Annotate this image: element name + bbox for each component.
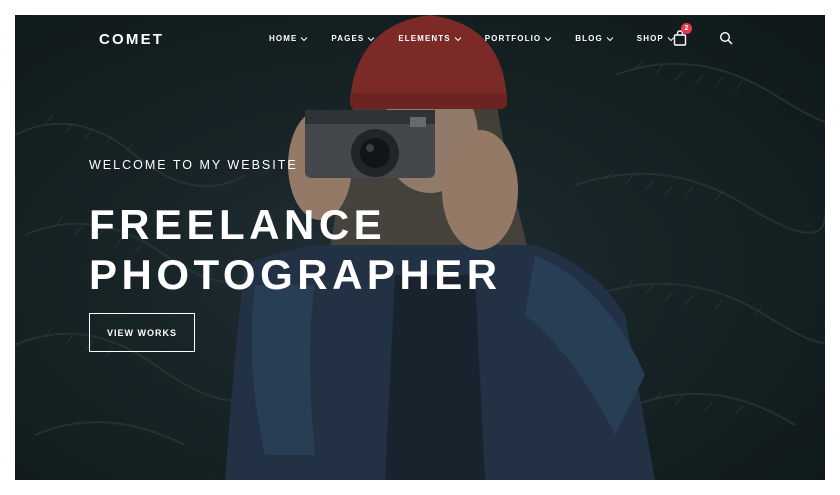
nav-item-label: HOME (269, 34, 298, 43)
nav-item-blog[interactable]: BLOG (575, 34, 614, 43)
nav-item-shop[interactable]: SHOP (637, 34, 675, 43)
nav-item-pages[interactable]: PAGES (331, 34, 375, 43)
nav-item-label: SHOP (636, 34, 664, 43)
nav-item-label: BLOG (575, 34, 603, 43)
nav-item-label: PAGES (331, 34, 365, 43)
headline-line-1: FREELANCE (89, 201, 387, 248)
nav-item-label: PORTFOLIO (484, 34, 542, 43)
main-nav: HOME PAGES ELEMENTS PORTFOLIO BLOG SHOP (269, 34, 698, 43)
chevron-down-icon (454, 36, 462, 41)
search-icon[interactable] (719, 31, 733, 45)
hero-headline: FREELANCE PHOTOGRAPHER (89, 200, 502, 300)
view-works-button[interactable]: VIEW WORKS (89, 313, 195, 352)
chevron-down-icon (544, 36, 552, 41)
nav-item-home[interactable]: HOME (269, 34, 308, 43)
nav-item-portfolio[interactable]: PORTFOLIO (485, 34, 553, 43)
chevron-down-icon (367, 36, 375, 41)
nav-item-elements[interactable]: ELEMENTS (398, 34, 462, 43)
hero-section: COMET HOME PAGES ELEMENTS PORTFOLIO BLOG (15, 15, 825, 480)
site-header: COMET HOME PAGES ELEMENTS PORTFOLIO BLOG (15, 15, 825, 65)
cart-count-badge: 2 (681, 23, 692, 34)
nav-item-label: ELEMENTS (398, 34, 451, 43)
chevron-down-icon (301, 36, 308, 41)
headline-line-2: PHOTOGRAPHER (89, 251, 502, 298)
site-logo[interactable]: COMET (99, 31, 164, 48)
hero-eyebrow: WELCOME TO MY WEBSITE (89, 158, 298, 172)
chevron-down-icon (606, 36, 614, 41)
